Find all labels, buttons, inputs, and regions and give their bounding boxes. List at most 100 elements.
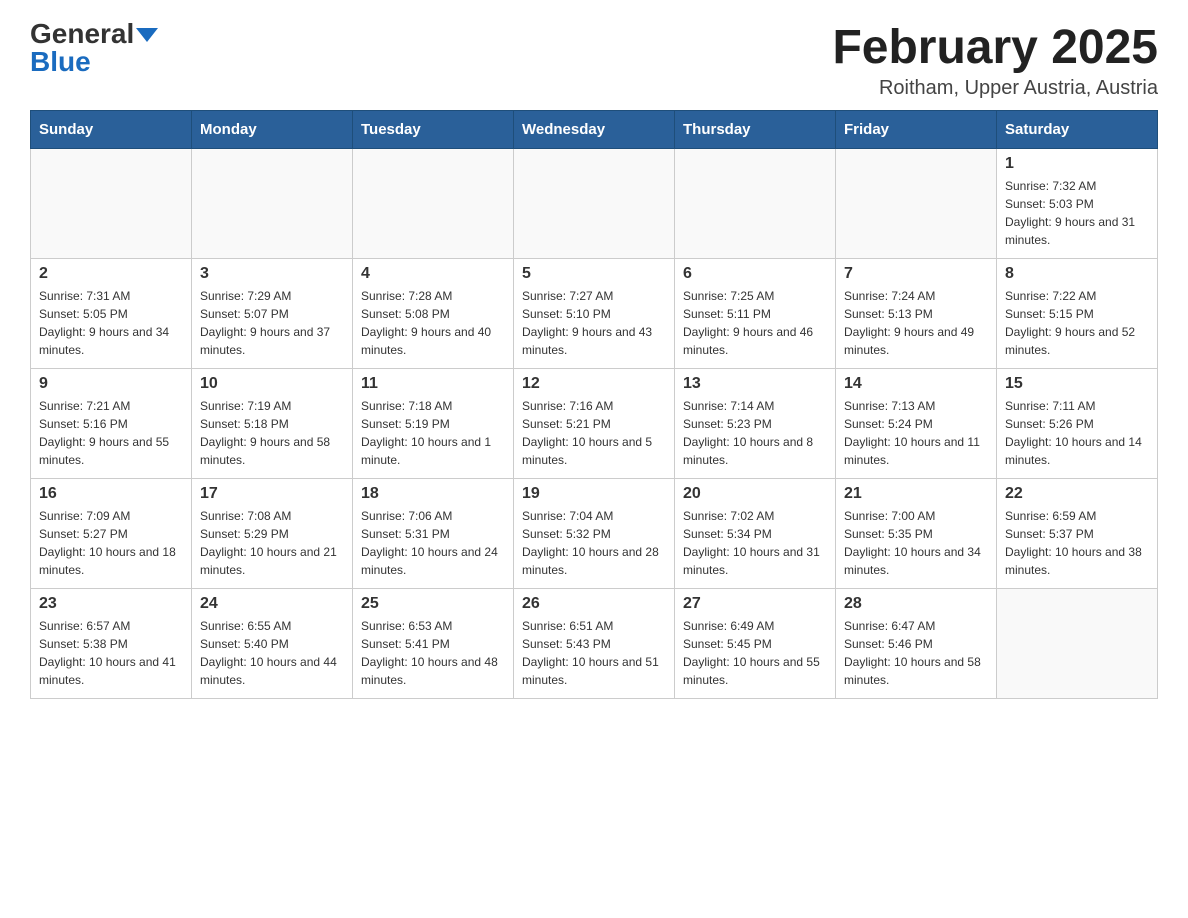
day-of-week-sunday: Sunday (31, 111, 192, 149)
days-of-week-row: SundayMondayTuesdayWednesdayThursdayFrid… (31, 111, 1158, 149)
calendar-cell (675, 149, 836, 259)
day-number: 11 (361, 375, 505, 393)
day-of-week-saturday: Saturday (997, 111, 1158, 149)
calendar-cell: 19 Sunrise: 7:04 AMSunset: 5:32 PMDayligh… (514, 479, 675, 589)
page-header: General Blue February 2025 Roitham, Uppe… (30, 20, 1158, 100)
day-of-week-thursday: Thursday (675, 111, 836, 149)
day-info: Sunrise: 6:47 AMSunset: 5:46 PMDaylight:… (844, 617, 988, 689)
calendar-cell: 7Sunrise: 7:24 AMSunset: 5:13 PMDaylight… (836, 259, 997, 369)
day-number: 13 (683, 375, 827, 393)
day-info: Sunrise: 6:51 AMSunset: 5:43 PMDaylight:… (522, 617, 666, 689)
day-number: 4 (361, 265, 505, 283)
day-of-week-wednesday: Wednesday (514, 111, 675, 149)
calendar-cell: 18Sunrise: 7:06 AMSunset: 5:31 PMDayligh… (353, 479, 514, 589)
location-subtitle: Roitham, Upper Austria, Austria (832, 77, 1158, 100)
day-info: Sunrise: 6:49 AMSunset: 5:45 PMDaylight:… (683, 617, 827, 689)
day-info: Sunrise: 7:22 AMSunset: 5:15 PMDaylight:… (1005, 287, 1149, 359)
calendar-cell (31, 149, 192, 259)
day-number: 3 (200, 265, 344, 283)
day-info: Sunrise: 6:59 AMSunset: 5:37 PMDaylight:… (1005, 507, 1149, 579)
day-info: Sunrise: 7:29 AMSunset: 5:07 PMDaylight:… (200, 287, 344, 359)
calendar-cell: 5Sunrise: 7:27 AMSunset: 5:10 PMDaylight… (514, 259, 675, 369)
calendar-cell: 4 Sunrise: 7:28 AMSunset: 5:08 PMDaylight… (353, 259, 514, 369)
calendar-cell: 8 Sunrise: 7:22 AMSunset: 5:15 PMDaylight… (997, 259, 1158, 369)
day-number: 6 (683, 265, 827, 283)
day-info: Sunrise: 7:32 AMSunset: 5:03 PMDaylight:… (1005, 177, 1149, 249)
day-info: Sunrise: 7:18 AMSunset: 5:19 PMDaylight:… (361, 397, 505, 469)
day-number: 17 (200, 485, 344, 503)
week-row-4: 16 Sunrise: 7:09 AMSunset: 5:27 PMDayligh… (31, 479, 1158, 589)
day-number: 23 (39, 595, 183, 613)
day-number: 1 (1005, 155, 1149, 173)
day-info: Sunrise: 7:28 AMSunset: 5:08 PMDaylight:… (361, 287, 505, 359)
calendar-cell (353, 149, 514, 259)
day-number: 28 (844, 595, 988, 613)
day-info: Sunrise: 7:14 AMSunset: 5:23 PMDaylight:… (683, 397, 827, 469)
calendar-cell (514, 149, 675, 259)
day-info: Sunrise: 7:06 AMSunset: 5:31 PMDaylight:… (361, 507, 505, 579)
day-info: Sunrise: 7:04 AMSunset: 5:32 PMDaylight:… (522, 507, 666, 579)
calendar-cell: 10 Sunrise: 7:19 AMSunset: 5:18 PMDayligh… (192, 369, 353, 479)
calendar-cell: 11 Sunrise: 7:18 AMSunset: 5:19 PMDayligh… (353, 369, 514, 479)
calendar-cell: 15 Sunrise: 7:11 AMSunset: 5:26 PMDayligh… (997, 369, 1158, 479)
day-number: 26 (522, 595, 666, 613)
day-info: Sunrise: 7:11 AMSunset: 5:26 PMDaylight:… (1005, 397, 1149, 469)
calendar-cell: 27Sunrise: 6:49 AMSunset: 5:45 PMDayligh… (675, 589, 836, 699)
title-block: February 2025 Roitham, Upper Austria, Au… (832, 20, 1158, 100)
day-info: Sunrise: 7:27 AMSunset: 5:10 PMDaylight:… (522, 287, 666, 359)
calendar-cell: 24 Sunrise: 6:55 AMSunset: 5:40 PMDayligh… (192, 589, 353, 699)
day-of-week-monday: Monday (192, 111, 353, 149)
week-row-5: 23 Sunrise: 6:57 AMSunset: 5:38 PMDayligh… (31, 589, 1158, 699)
calendar-cell: 1 Sunrise: 7:32 AMSunset: 5:03 PMDaylight… (997, 149, 1158, 259)
day-number: 25 (361, 595, 505, 613)
day-info: Sunrise: 7:21 AMSunset: 5:16 PMDaylight:… (39, 397, 183, 469)
logo-general: General (30, 20, 134, 48)
day-number: 7 (844, 265, 988, 283)
calendar-cell: 23 Sunrise: 6:57 AMSunset: 5:38 PMDayligh… (31, 589, 192, 699)
calendar-table: SundayMondayTuesdayWednesdayThursdayFrid… (30, 110, 1158, 699)
week-row-1: 1 Sunrise: 7:32 AMSunset: 5:03 PMDaylight… (31, 149, 1158, 259)
logo-blue: Blue (30, 48, 91, 76)
day-info: Sunrise: 7:16 AMSunset: 5:21 PMDaylight:… (522, 397, 666, 469)
day-info: Sunrise: 6:55 AMSunset: 5:40 PMDaylight:… (200, 617, 344, 689)
day-info: Sunrise: 7:13 AMSunset: 5:24 PMDaylight:… (844, 397, 988, 469)
calendar-cell (997, 589, 1158, 699)
day-info: Sunrise: 7:25 AMSunset: 5:11 PMDaylight:… (683, 287, 827, 359)
calendar-cell: 13 Sunrise: 7:14 AMSunset: 5:23 PMDayligh… (675, 369, 836, 479)
month-year-title: February 2025 (832, 20, 1158, 75)
day-number: 9 (39, 375, 183, 393)
day-info: Sunrise: 7:00 AMSunset: 5:35 PMDaylight:… (844, 507, 988, 579)
day-number: 15 (1005, 375, 1149, 393)
logo: General Blue (30, 20, 158, 76)
day-info: Sunrise: 7:19 AMSunset: 5:18 PMDaylight:… (200, 397, 344, 469)
day-number: 22 (1005, 485, 1149, 503)
calendar-cell (192, 149, 353, 259)
day-number: 16 (39, 485, 183, 503)
week-row-3: 9 Sunrise: 7:21 AMSunset: 5:16 PMDaylight… (31, 369, 1158, 479)
calendar-header: SundayMondayTuesdayWednesdayThursdayFrid… (31, 111, 1158, 149)
calendar-cell: 21Sunrise: 7:00 AMSunset: 5:35 PMDayligh… (836, 479, 997, 589)
day-info: Sunrise: 6:57 AMSunset: 5:38 PMDaylight:… (39, 617, 183, 689)
day-info: Sunrise: 7:09 AMSunset: 5:27 PMDaylight:… (39, 507, 183, 579)
calendar-cell: 28 Sunrise: 6:47 AMSunset: 5:46 PMDayligh… (836, 589, 997, 699)
day-number: 24 (200, 595, 344, 613)
week-row-2: 2 Sunrise: 7:31 AMSunset: 5:05 PMDaylight… (31, 259, 1158, 369)
calendar-body: 1 Sunrise: 7:32 AMSunset: 5:03 PMDaylight… (31, 149, 1158, 699)
day-info: Sunrise: 7:02 AMSunset: 5:34 PMDaylight:… (683, 507, 827, 579)
calendar-cell: 9 Sunrise: 7:21 AMSunset: 5:16 PMDaylight… (31, 369, 192, 479)
day-number: 12 (522, 375, 666, 393)
day-number: 2 (39, 265, 183, 283)
day-info: Sunrise: 7:08 AMSunset: 5:29 PMDaylight:… (200, 507, 344, 579)
day-info: Sunrise: 7:31 AMSunset: 5:05 PMDaylight:… (39, 287, 183, 359)
day-number: 20 (683, 485, 827, 503)
calendar-cell: 12 Sunrise: 7:16 AMSunset: 5:21 PMDayligh… (514, 369, 675, 479)
day-number: 8 (1005, 265, 1149, 283)
calendar-cell: 6 Sunrise: 7:25 AMSunset: 5:11 PMDaylight… (675, 259, 836, 369)
day-number: 10 (200, 375, 344, 393)
calendar-cell: 17 Sunrise: 7:08 AMSunset: 5:29 PMDayligh… (192, 479, 353, 589)
calendar-cell: 3 Sunrise: 7:29 AMSunset: 5:07 PMDaylight… (192, 259, 353, 369)
calendar-cell: 22 Sunrise: 6:59 AMSunset: 5:37 PMDayligh… (997, 479, 1158, 589)
calendar-cell: 26 Sunrise: 6:51 AMSunset: 5:43 PMDayligh… (514, 589, 675, 699)
logo-arrow-icon (136, 28, 158, 42)
day-number: 19 (522, 485, 666, 503)
